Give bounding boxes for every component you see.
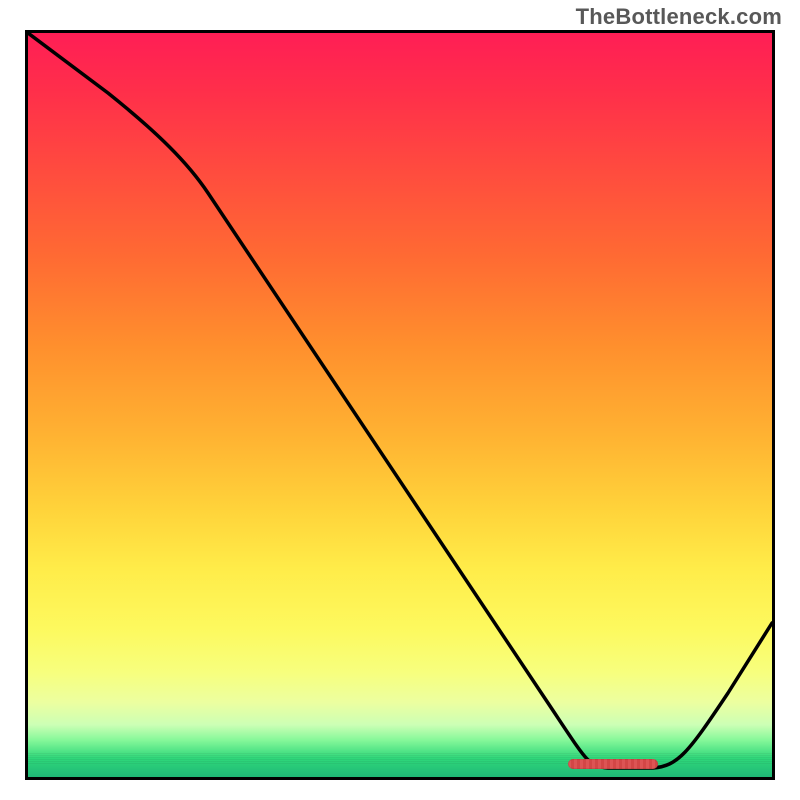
chart-curve-layer (28, 33, 772, 777)
chart-frame (25, 30, 775, 780)
bottleneck-curve-path (28, 33, 772, 768)
optimal-range-marker (568, 759, 658, 769)
page-root: TheBottleneck.com (0, 0, 800, 800)
watermark-text: TheBottleneck.com (576, 4, 782, 30)
